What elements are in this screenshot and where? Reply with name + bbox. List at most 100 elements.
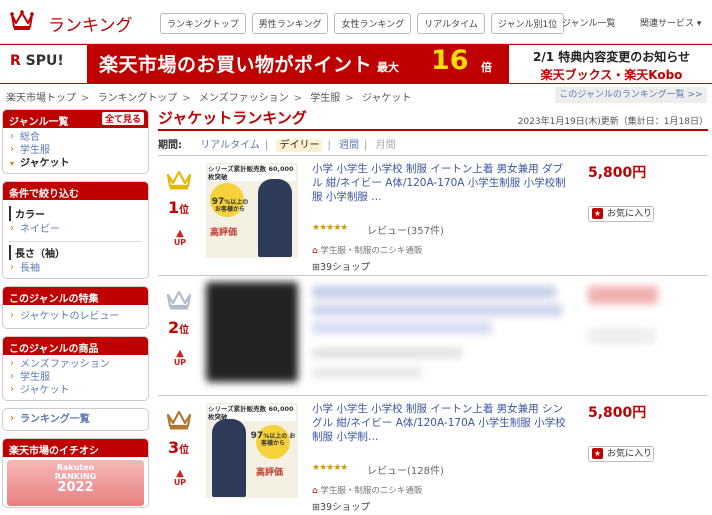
period-realtime[interactable]: リアルタイム [200,140,260,151]
trend-up-indicator: ▲ UP [173,228,187,248]
spu-logo: R SPU! [10,53,64,69]
bronze-crown-icon [166,410,192,430]
favorite-button[interactable]: ★ お気に入り [588,446,654,462]
sidebar-item-school-uniform[interactable]: 学生服 [9,143,142,157]
period-label: 期間: [158,140,182,151]
breadcrumb-item[interactable]: 楽天市場トップ [6,93,76,104]
crown-logo-icon[interactable] [10,9,34,31]
product-title[interactable]: 小学 小学生 小学校 制服 イートン上着 男女兼用 ダブル 紺/ネイビー A体/… [312,162,566,204]
feature-jacket-reviews[interactable]: ジャケットのレビュー [9,309,142,323]
review-count[interactable]: レビュー(357件) [367,222,444,237]
rank-number: 3位 [168,438,190,457]
spu-promo[interactable]: 楽天市場のお買い物がポイント 最大 16 倍 [87,45,509,83]
trend-up-indicator: ▲ UP [173,468,187,488]
filter-header: 条件で絞り込む [3,182,148,200]
genre-list-header: ジャンル一覧 全て見る [3,110,148,128]
related-services-link[interactable]: 関連サービス ▾ [640,16,701,29]
product-image[interactable]: シリーズ累計販売数 60,000枚突破 97%以上の お客様から 高評価 [206,403,298,498]
thumb-uniform [258,179,292,257]
period-daily[interactable]: デイリー [276,139,323,152]
shop-count[interactable]: ⊞39ショップ [312,499,370,513]
shop-name[interactable]: ⌂ 学生服・制服のニシキ通販 [312,484,422,496]
sidebar-item-all[interactable]: 総合 [9,130,142,144]
thumb-badge: シリーズ累計販売数 60,000枚突破 [208,165,296,181]
ranking-item: 2位 ▲ UP [158,275,708,395]
title-underline [158,129,708,131]
product-school-uniform[interactable]: 学生服 [9,370,142,384]
recommend-header: 楽天市場のイチオシ [3,439,148,457]
ranking-item: 3位 ▲ UP シリーズ累計販売数 60,000枚突破 97%以上の お客様から … [158,395,708,515]
product-mens-fashion[interactable]: メンズファッション [9,357,142,371]
notice-line2: 楽天ブックス・楽天Kobo [540,68,683,82]
product-price: 5,800円 [588,405,647,421]
page-title: ジャケットランキング [158,109,307,127]
filter-box: 条件で絞り込む カラー ネイビー 長さ（袖） 長袖 [2,181,149,279]
filter-sleeve-long[interactable]: 長袖 [9,261,142,275]
promo-main-text: 楽天市場のお買い物がポイント [99,54,373,76]
product-title[interactable]: 小学 小学生 小学校 制服 イートン上着 男女兼用 シングル 紺/ネイビー A体… [312,402,566,444]
genre-list-box: ジャンル一覧 全て見る 総合 学生服 ジャケット [2,109,149,174]
promo-banner[interactable]: R SPU! 楽天市場のお買い物がポイント 最大 16 倍 2/1 特典内容変更… [0,44,712,84]
sidebar-item-jacket-current: ジャケット [9,157,142,170]
genre-list-link[interactable]: ジャンル一覧 [562,16,616,29]
thumb-circle-text: 97%以上の お客様から [250,431,296,448]
ranking-list-link[interactable]: ランキング一覧 [9,412,142,426]
features-box: このジャンルの特集 ジャケットのレビュー [2,286,149,329]
review-count[interactable]: レビュー(128件) [367,462,444,477]
sleeve-filter-label: 長さ（袖） [9,245,142,260]
recommend-banner[interactable]: Rakuten RANKING 2022 [7,460,144,506]
ranking-logo-text[interactable]: ランキング [48,11,133,36]
product-image[interactable]: シリーズ累計販売数 60,000枚突破 97%以上の お客様から 高評価 [206,163,298,258]
see-all-button[interactable]: 全て見る [101,112,144,125]
favorite-button[interactable]: ★ お気に入り [588,206,654,222]
nav-realtime[interactable]: リアルタイム [417,13,485,34]
features-header: このジャンルの特集 [3,287,148,305]
promo-max-number: 16 [431,45,469,76]
rating-stars: ★★★★★ [312,463,348,473]
period-monthly: 月間 [375,140,396,151]
notice-banner[interactable]: 2/1 特典内容変更のお知らせ 楽天ブックス・楽天Kobo [514,48,709,83]
genre-ranking-list-link[interactable]: このジャンルのランキング一覧 >> [555,87,707,103]
shop-name[interactable]: ⌂ 学生服・制服のニシキ通販 [312,244,422,256]
shop-count[interactable]: ⊞39ショップ [312,259,370,273]
promo-max-text: 最大 [377,61,399,74]
breadcrumb-item[interactable]: 学生服 [310,93,340,104]
up-arrow-icon: ▲ [176,468,184,479]
period-weekly[interactable]: 週間 [339,140,359,151]
home-icon: ⌂ [312,246,318,256]
nav-ranking-top[interactable]: ランキングトップ [160,13,246,34]
star-icon: ★ [592,208,603,219]
home-icon: ⌂ [312,486,318,496]
nav-genre-first[interactable]: ジャンル別1位 [490,13,565,34]
breadcrumb: 楽天市場トップ > ランキングトップ > メンズファッション > 学生服 > ジャケット [6,93,412,104]
color-filter-label: カラー [9,206,142,221]
up-arrow-icon: ▲ [176,348,184,359]
rank-number: 1位 [168,198,190,217]
nav-male-ranking[interactable]: 男性ランキング [251,13,329,34]
products-box: このジャンルの商品 メンズファッション 学生服 ジャケット [2,336,149,401]
product-price: 5,800円 [588,165,647,181]
period-selector: 期間: リアルタイム | デイリー | 週間 | 月間 [158,139,396,152]
product-jacket[interactable]: ジャケット [9,383,142,397]
update-date: 2023年1月19日(木)更新（集計日：1月18日） [517,117,708,127]
divider [9,241,142,242]
thumb-eval: 高評価 [210,228,238,238]
thumb-uniform [212,419,246,497]
ranking-list-box: ランキング一覧 [2,408,149,431]
recommend-box: 楽天市場のイチオシ Rakuten RANKING 2022 [2,438,149,508]
spu-text: SPU! [25,53,64,69]
breadcrumb-current: ジャケット [361,93,412,104]
breadcrumb-item[interactable]: メンズファッション [199,93,289,104]
top-nav: ランキングトップ 男性ランキング 女性ランキング リアルタイム ジャンル別1位 [160,13,565,34]
spu-r: R [10,53,21,69]
nav-female-ranking[interactable]: 女性ランキング [334,13,412,34]
up-arrow-icon: ▲ [176,228,184,239]
sidebar: ジャンル一覧 全て見る 総合 学生服 ジャケット 条件で絞り込む カラー ネイビ… [2,109,149,515]
thumb-eval: 高評価 [256,468,284,478]
breadcrumb-item[interactable]: ランキングトップ [98,93,178,104]
filter-color-navy[interactable]: ネイビー [9,222,142,236]
products-header: このジャンルの商品 [3,337,148,355]
ranking-badge-text: Rakuten RANKING 2022 [54,463,97,495]
promo-multiplier: 倍 [481,61,492,74]
thumb-circle-text: 97%以上の お客様から [211,197,249,214]
